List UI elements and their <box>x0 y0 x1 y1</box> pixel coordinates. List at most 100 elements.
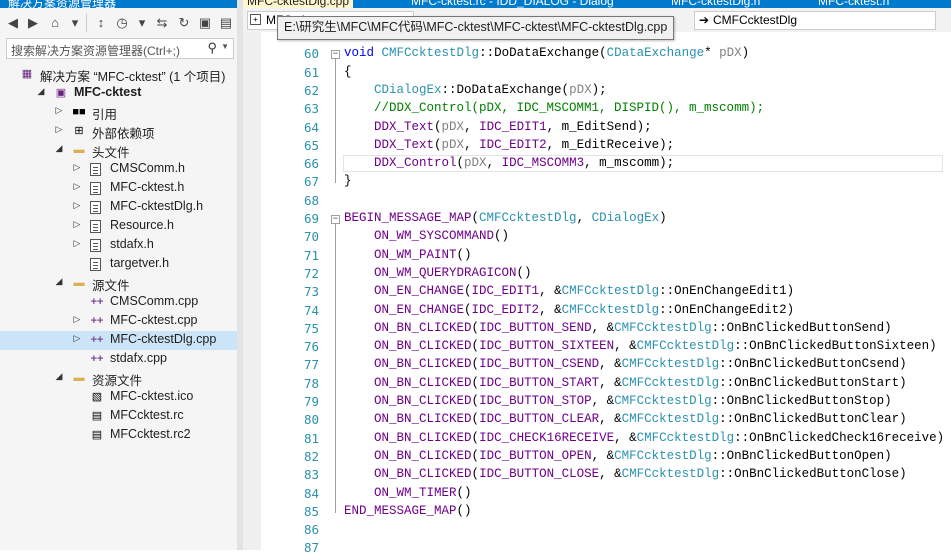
tree-item[interactable]: ▷ MFC-cktestDlg.h <box>0 198 237 217</box>
collapse-region-icon[interactable]: − <box>331 215 340 224</box>
expand-arrow-icon[interactable]: ▷ <box>72 162 82 173</box>
tree-item[interactable]: ▤ MFCcktest.rc2 <box>0 426 237 445</box>
code-line[interactable]: ON_BN_CLICKED(IDC_BUTTON_SEND, &CMFCckte… <box>344 321 892 335</box>
collapse-arrow-icon[interactable]: ◢ <box>54 371 64 382</box>
line-number: 63 <box>303 101 319 117</box>
refresh-icon[interactable]: ↻ <box>175 13 193 33</box>
code-line[interactable]: { <box>344 65 352 79</box>
tree-item-label: MFC-cktest.cpp <box>110 313 198 327</box>
collapse-arrow-icon[interactable]: ◢ <box>54 276 64 287</box>
back-icon[interactable]: ◀ <box>4 13 22 33</box>
line-number: 65 <box>303 137 319 153</box>
line-number: 83 <box>303 467 319 483</box>
code-line[interactable]: END_MESSAGE_MAP() <box>344 504 472 518</box>
tree-item[interactable]: ▷ MFC-cktest.h <box>0 179 237 198</box>
home-icon[interactable]: ⌂ <box>46 13 64 33</box>
dropdown-arrow-icon[interactable]: ▾ <box>66 13 84 33</box>
code-line[interactable]: ON_WM_QUERYDRAGICON() <box>344 266 532 280</box>
code-line[interactable]: ON_BN_CLICKED(IDC_BUTTON_CLOSE, &CMFCckt… <box>344 467 907 481</box>
code-line[interactable]: } <box>344 174 352 188</box>
project-icon: ▣ <box>55 87 67 99</box>
solution-search-box[interactable]: 搜索解决方案资源管理器(Ctrl+;) ⚲ ▼ <box>6 38 234 59</box>
code-line[interactable]: ON_BN_CLICKED(IDC_BUTTON_SIXTEEN, &CMFCc… <box>344 339 937 353</box>
expand-arrow-icon[interactable]: ▷ <box>72 333 82 344</box>
expand-arrow-icon[interactable]: ▷ <box>72 314 82 325</box>
code-line[interactable]: DDX_Text(pDX, IDC_EDIT1, m_EditSend); <box>344 120 652 134</box>
tree-item-label: 源文件 <box>92 279 130 293</box>
line-number: 68 <box>303 192 319 208</box>
tree-item[interactable]: ◢ ▬ 头文件 <box>0 141 237 160</box>
tree-item[interactable]: targetver.h <box>0 255 237 274</box>
chevron-down-icon[interactable]: ▼ <box>221 42 229 51</box>
tab-mfc-cktestdlg-h[interactable]: MFC-cktestDlg.h <box>671 0 760 8</box>
tab-mfc-cktest-rc[interactable]: MFC-cktest.rc - IDD_DIALOG - Dialog <box>411 0 614 8</box>
tree-item[interactable]: ▷ ++ MFC-cktest.cpp <box>0 312 237 331</box>
code-line[interactable]: ON_BN_CLICKED(IDC_BUTTON_START, &CMFCckt… <box>344 376 907 390</box>
tree-item[interactable]: ◢ ▬ 源文件 <box>0 274 237 293</box>
code-line[interactable]: void CMFCcktestDlg::DoDataExchange(CData… <box>344 46 749 60</box>
class-dropdown[interactable]: ➔ CMFCcktestDlg <box>694 11 936 30</box>
tree-item[interactable]: ▤ MFCcktest.rc <box>0 407 237 426</box>
solution-explorer-title: 解决方案资源管理器 <box>8 0 117 8</box>
code-line[interactable]: ON_BN_CLICKED(IDC_BUTTON_CLEAR, &CMFCckt… <box>344 412 907 426</box>
tree-item-label: MFC-cktest.ico <box>110 389 194 403</box>
code-line[interactable]: ON_WM_TIMER() <box>344 486 472 500</box>
tree-item[interactable]: ++ CMSComm.cpp <box>0 293 237 312</box>
expand-arrow-icon[interactable]: ▷ <box>72 181 82 192</box>
collapse-all-icon[interactable]: ▣ <box>196 13 214 33</box>
tree-item[interactable]: ▷ Resource.h <box>0 217 237 236</box>
tab-mfc-cktestdlg-cpp[interactable]: MFC-cktestDlg.cpp <box>243 0 354 8</box>
code-line[interactable]: CDialogEx::DoDataExchange(pDX); <box>344 83 607 97</box>
code-line[interactable]: //DDX_Control(pDX, IDC_MSCOMM1, DISPID()… <box>344 101 764 115</box>
tree-item[interactable]: ++ stdafx.cpp <box>0 350 237 369</box>
tree-item[interactable]: ▷ stdafx.h <box>0 236 237 255</box>
expand-arrow-icon[interactable]: ▷ <box>72 238 82 249</box>
code-line[interactable]: ON_BN_CLICKED(IDC_BUTTON_CSEND, &CMFCckt… <box>344 357 907 371</box>
code-line[interactable]: DDX_Text(pDX, IDC_EDIT2, m_EditReceive); <box>344 138 674 152</box>
tree-item-label: 资源文件 <box>92 374 143 388</box>
code-line[interactable]: ON_BN_CLICKED(IDC_BUTTON_OPEN, &CMFCckte… <box>344 449 892 463</box>
code-line[interactable]: ON_BN_CLICKED(IDC_CHECK16RECEIVE, &CMFCc… <box>344 431 944 445</box>
expand-arrow-icon[interactable]: ▷ <box>72 219 82 230</box>
code-line[interactable]: ON_EN_CHANGE(IDC_EDIT1, &CMFCcktestDlg::… <box>344 284 794 298</box>
line-number: 72 <box>303 265 319 281</box>
history-icon[interactable]: ◷ <box>113 13 131 33</box>
tree-item[interactable]: ▷ ⊞ 外部依赖项 <box>0 122 237 141</box>
pending-changes-icon[interactable]: ↕ <box>92 13 110 33</box>
code-area[interactable]: void CMFCcktestDlg::DoDataExchange(CData… <box>321 32 951 550</box>
collapse-arrow-icon[interactable]: ◢ <box>54 143 64 154</box>
tab-mfc-cktest-h[interactable]: MFC-cktest.h <box>818 0 889 8</box>
cpp-file-icon: ++ <box>90 334 104 346</box>
line-number: 62 <box>303 82 319 98</box>
show-all-files-icon[interactable]: ▤ <box>217 13 235 33</box>
code-line[interactable]: ON_WM_PAINT() <box>344 248 472 262</box>
toolbar-separator <box>86 14 87 32</box>
line-number: 81 <box>303 430 319 446</box>
dropdown-arrow-icon[interactable]: ▾ <box>133 13 151 33</box>
expand-arrow-icon[interactable]: ▷ <box>54 124 64 135</box>
expand-arrow-icon[interactable]: ▷ <box>54 105 64 116</box>
search-icon[interactable]: ⚲ <box>207 40 217 56</box>
tree-item-label: MFC-cktest.h <box>110 180 185 194</box>
editor-gutter[interactable] <box>243 32 261 550</box>
code-line[interactable]: ON_EN_CHANGE(IDC_EDIT2, &CMFCcktestDlg::… <box>344 303 794 317</box>
tree-item[interactable]: ▷ CMSComm.h <box>0 160 237 179</box>
code-line[interactable]: ON_WM_SYSCOMMAND() <box>344 229 509 243</box>
sync-icon[interactable]: ⇆ <box>153 13 171 33</box>
tree-item[interactable]: ▦ 解决方案 “MFC-cktest” (1 个项目) <box>0 65 237 84</box>
file-path-tooltip: E:\研究生\MFC\MFC代码\MFC-cktest\MFC-cktest\M… <box>277 16 675 40</box>
code-line[interactable]: ON_BN_CLICKED(IDC_BUTTON_STOP, &CMFCckte… <box>344 394 892 408</box>
header-file-icon <box>90 163 101 176</box>
tree-item[interactable]: ▧ MFC-cktest.ico <box>0 388 237 407</box>
header-file-icon <box>90 258 101 271</box>
tree-item[interactable]: ◢ ▬ 资源文件 <box>0 369 237 388</box>
expand-arrow-icon[interactable]: ▷ <box>72 200 82 211</box>
code-line[interactable]: BEGIN_MESSAGE_MAP(CMFCcktestDlg, CDialog… <box>344 211 667 225</box>
collapse-region-icon[interactable]: − <box>331 50 340 60</box>
line-numbers: 5960616263646566676869707172737475767778… <box>261 28 321 555</box>
forward-icon[interactable]: ▶ <box>24 13 42 33</box>
tree-item[interactable]: ▷ ++ MFC-cktestDlg.cpp <box>0 331 237 350</box>
collapse-arrow-icon[interactable]: ◢ <box>36 86 46 97</box>
tree-item[interactable]: ▷ ■■ 引用 <box>0 103 237 122</box>
tree-item[interactable]: ◢ ▣ MFC-cktest <box>0 84 237 103</box>
